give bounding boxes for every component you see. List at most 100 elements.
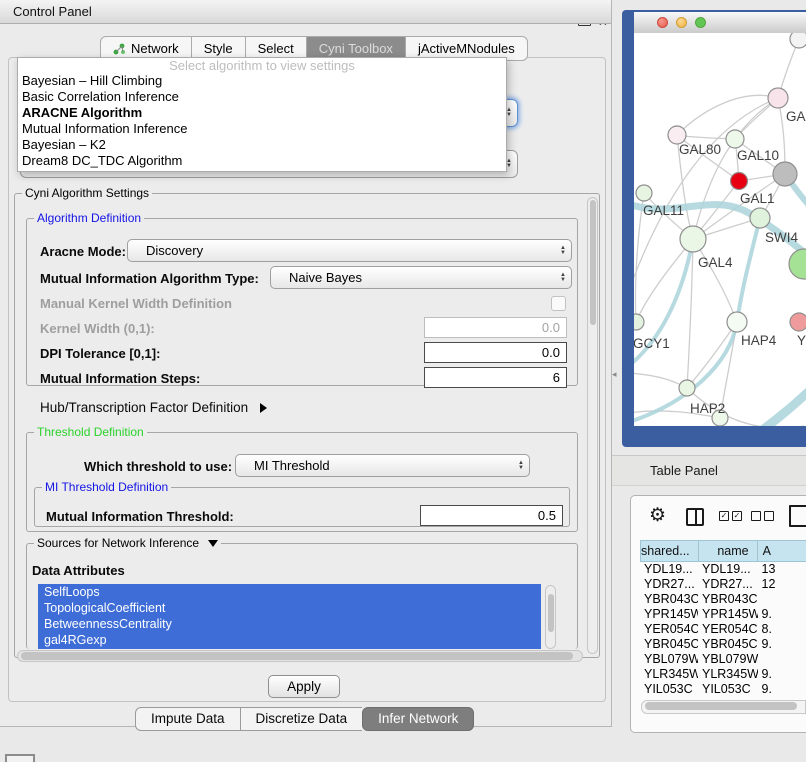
- network-node-gal1[interactable]: [731, 173, 748, 190]
- node-label-swi4: SWI4: [765, 230, 798, 245]
- kernel-width-label: Kernel Width (0,1):: [40, 321, 155, 336]
- network-node-gcy1[interactable]: [634, 314, 644, 330]
- settings-vertical-scrollbar[interactable]: [587, 197, 598, 654]
- network-canvas[interactable]: GALGAL80GAL10GAL1GAL11SWI4GAL4GCY1HAP4YH…: [634, 33, 806, 426]
- algorithm-option-mutual-information-inference[interactable]: Mutual Information Inference: [18, 121, 506, 137]
- node-label-gal1: GAL1: [740, 191, 775, 206]
- network-node-hap4[interactable]: [727, 312, 747, 332]
- mi-threshold-label: Mutual Information Threshold:: [46, 509, 234, 524]
- attribute-item-selfloops[interactable]: SelfLoops: [38, 584, 541, 600]
- sources-title[interactable]: Sources for Network Inference: [34, 536, 221, 550]
- network-node-hap2[interactable]: [679, 380, 695, 396]
- network-node[interactable]: [773, 162, 797, 186]
- table-row[interactable]: YBL079WYBL079W: [640, 652, 806, 667]
- sources-title-text: Sources for Network Inference: [37, 536, 199, 550]
- table-cell: YER054C: [698, 622, 758, 637]
- network-node-swi4[interactable]: [750, 208, 770, 228]
- select-all-checkboxes-icon[interactable]: ✓✓: [719, 511, 742, 521]
- zoom-traffic-light[interactable]: [695, 17, 706, 28]
- node-label-hap4: HAP4: [741, 333, 777, 348]
- expand-arrow-icon: [260, 403, 267, 413]
- apply-button[interactable]: Apply: [268, 675, 340, 698]
- network-window-titlebar[interactable]: [634, 12, 806, 34]
- algorithm-option-bayesian-hill-climbing[interactable]: Bayesian – Hill Climbing: [18, 73, 506, 89]
- deselect-checkboxes-icon[interactable]: [751, 511, 774, 521]
- table-row[interactable]: YBR045CYBR045C9.: [640, 637, 806, 652]
- attribute-item-topologicalcoefficient[interactable]: TopologicalCoefficient: [38, 600, 541, 616]
- node-label-gal80: GAL80: [679, 142, 721, 157]
- bottom-tab-discretize-data[interactable]: Discretize Data: [240, 707, 363, 731]
- manual-kernel-checkbox[interactable]: [551, 296, 566, 311]
- hub-definition-toggle[interactable]: Hub/Transcription Factor Definition: [40, 400, 267, 415]
- attributes-scroll-thumb[interactable]: [548, 594, 554, 632]
- table-row[interactable]: YLR345WYLR345W9.: [640, 667, 806, 682]
- settings-hscroll-thumb[interactable]: [21, 652, 573, 660]
- attributes-scrollbar[interactable]: [545, 585, 556, 649]
- attribute-item-betweennesscentrality[interactable]: BetweennessCentrality: [38, 616, 541, 632]
- table-cell: YDL19...: [640, 562, 698, 577]
- table-cell: 9.: [758, 637, 806, 652]
- which-threshold-combo[interactable]: MI Threshold ▲▼: [235, 454, 530, 477]
- network-node[interactable]: [790, 33, 806, 48]
- table-panel-title: Table Panel: [650, 463, 718, 478]
- bottom-tab-infer-network[interactable]: Infer Network: [362, 707, 474, 731]
- column-layout-icon[interactable]: [686, 508, 704, 526]
- table-row[interactable]: YIL053CYIL053C9.: [640, 682, 806, 694]
- table-hscroll-thumb[interactable]: [645, 702, 797, 710]
- mi-steps-field[interactable]: 6: [424, 367, 567, 388]
- tab-label: Style: [204, 41, 233, 56]
- document-icon[interactable]: [789, 505, 806, 527]
- network-node-labels: GALGAL80GAL10GAL1GAL11SWI4GAL4GCY1HAP4YH…: [634, 109, 806, 416]
- algorithm-placeholder: Select algorithm to view settings: [18, 58, 506, 73]
- table-row[interactable]: YPR145WYPR145W9.: [640, 607, 806, 622]
- network-node[interactable]: [789, 249, 806, 279]
- network-node-gal11[interactable]: [636, 185, 652, 201]
- algorithm-option-aracne-algorithm[interactable]: ARACNE Algorithm: [18, 105, 506, 121]
- aracne-mode-combo[interactable]: Discovery ▲▼: [127, 239, 572, 262]
- algorithm-option-bayesian-k2[interactable]: Bayesian – K2: [18, 137, 506, 153]
- table-row[interactable]: YBR043CYBR043C: [640, 592, 806, 607]
- gear-icon[interactable]: ⚙: [649, 504, 666, 527]
- table-cell: 12: [758, 577, 806, 592]
- network-node-gal10[interactable]: [726, 130, 744, 148]
- network-node-gal4[interactable]: [680, 226, 706, 252]
- settings-horizontal-scrollbar[interactable]: [17, 650, 583, 662]
- network-node-y[interactable]: [790, 313, 806, 331]
- data-attributes-list: SelfLoopsTopologicalCoefficientBetweenne…: [38, 584, 541, 649]
- algorithm-definition-title: Algorithm Definition: [34, 211, 144, 225]
- table-cell: YLR345W: [640, 667, 698, 682]
- minimize-traffic-light[interactable]: [676, 17, 687, 28]
- dpi-tolerance-field[interactable]: 0.0: [424, 342, 567, 363]
- kernel-width-field[interactable]: 0.0: [424, 317, 567, 338]
- column-header-shared[interactable]: shared...: [640, 540, 698, 562]
- control-panel-titlebar[interactable]: Control Panel: [0, 0, 611, 24]
- attribute-item-gal4rgexp[interactable]: gal4RGexp: [38, 632, 541, 648]
- algorithm-option-basic-correlation-inference[interactable]: Basic Correlation Inference: [18, 89, 506, 105]
- tab-bar: NetworkStyleSelectCyni ToolboxjActiveMNo…: [100, 36, 528, 59]
- table-row[interactable]: YDL19...YDL19...13: [640, 562, 806, 577]
- bottom-tab-impute-data[interactable]: Impute Data: [135, 707, 240, 731]
- network-graph: GALGAL80GAL10GAL1GAL11SWI4GAL4GCY1HAP4YH…: [634, 33, 806, 426]
- settings-scroll-thumb[interactable]: [590, 200, 596, 325]
- data-attributes-label: Data Attributes: [32, 563, 125, 578]
- column-header-name[interactable]: name: [698, 540, 757, 562]
- mi-type-combo[interactable]: Naive Bayes ▲▼: [270, 266, 572, 289]
- table-row[interactable]: YER054CYER054C8.: [640, 622, 806, 637]
- combo-arrows-icon: ▲▼: [518, 461, 524, 471]
- control-panel-title: Control Panel: [13, 4, 92, 19]
- table-cell: YBR045C: [698, 637, 758, 652]
- table-panel-bar: Table Panel: [612, 455, 806, 486]
- column-header-a[interactable]: A: [757, 540, 806, 562]
- tab-label: jActiveMNodules: [418, 41, 515, 56]
- algorithm-option-dream8-dc-tdc-algorithm[interactable]: Dream8 DC_TDC Algorithm: [18, 153, 506, 169]
- mi-threshold-field[interactable]: 0.5: [420, 505, 563, 526]
- table-cell: YBL079W: [698, 652, 758, 667]
- table-body: YDL19...YDL19...13YDR27...YDR27...12YBR0…: [640, 562, 806, 694]
- network-node-gal[interactable]: [768, 88, 788, 108]
- table-row[interactable]: YDR27...YDR27...12: [640, 577, 806, 592]
- table-cell: YDR27...: [640, 577, 698, 592]
- close-traffic-light[interactable]: [657, 17, 668, 28]
- mi-type-label: Mutual Information Algorithm Type:: [40, 271, 259, 286]
- splitter-arrow-icon[interactable]: ◂: [612, 369, 617, 380]
- mi-threshold-title: MI Threshold Definition: [42, 480, 171, 494]
